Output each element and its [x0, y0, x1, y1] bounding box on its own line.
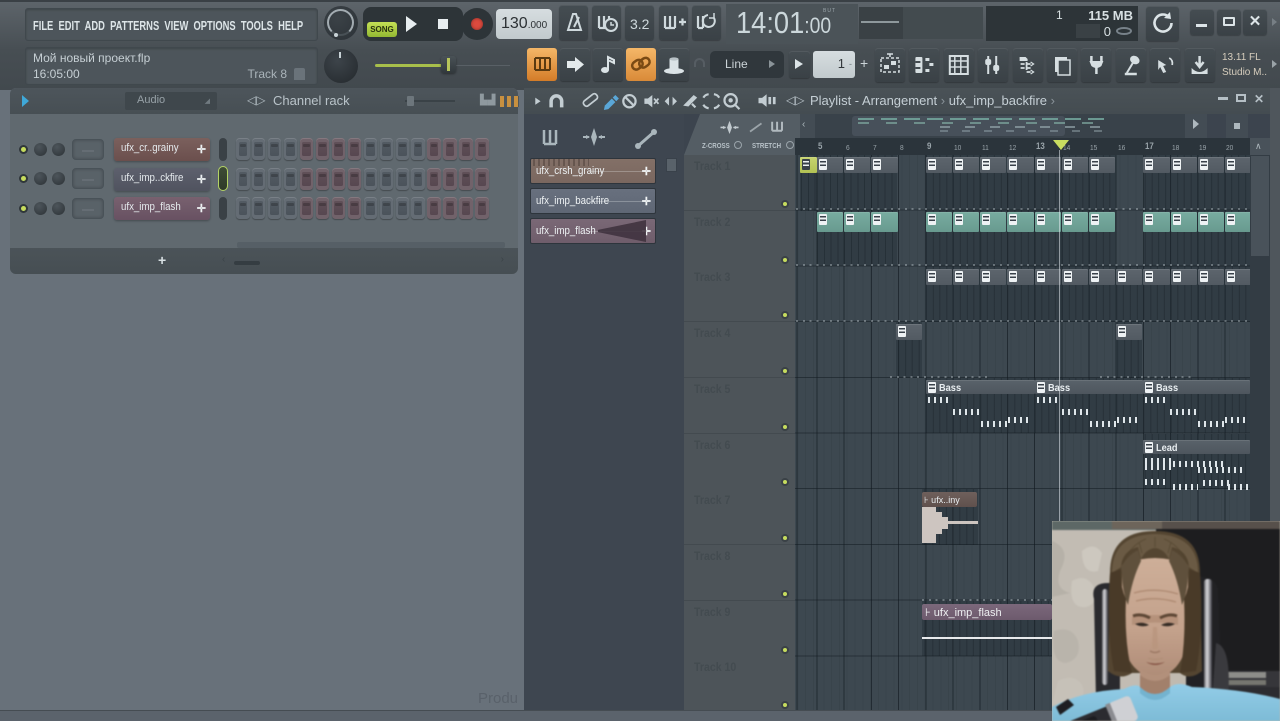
- svg-text:3.2: 3.2: [630, 16, 650, 32]
